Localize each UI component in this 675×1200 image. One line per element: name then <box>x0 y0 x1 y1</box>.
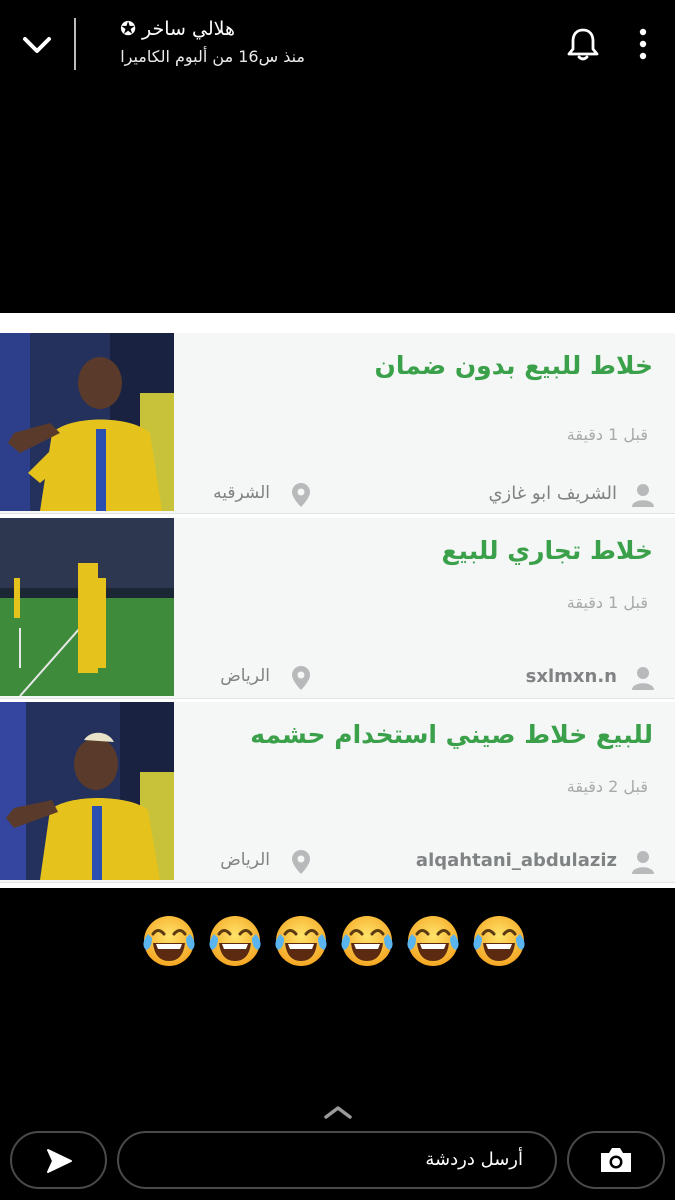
laughing-emoji-icon <box>407 916 459 966</box>
listing-title: للبيع خلاط صيني استخدام حشمه <box>250 720 653 749</box>
listing-row[interactable]: خلاط تجاري للبيع قبل 1 دقيقة sxlmxn.n ال… <box>0 518 675 699</box>
story-subtitle: منذ س16 من ألبوم الكاميرا <box>120 47 305 66</box>
chat-placeholder: أرسل دردشة <box>425 1149 523 1170</box>
user-icon <box>632 851 654 874</box>
listings-screenshot: خلاط للبيع بدون ضمان قبل 1 دقيقة الشريف … <box>0 313 675 888</box>
listing-city: الرياض <box>220 666 270 686</box>
listing-time: قبل 1 دقيقة <box>566 425 648 444</box>
chevron-down-icon[interactable] <box>20 30 54 60</box>
location-pin-icon <box>292 666 310 690</box>
emoji-caption <box>140 912 540 972</box>
camera-button[interactable] <box>567 1131 665 1189</box>
laughing-emoji-icon <box>143 916 195 966</box>
listing-time: قبل 1 دقيقة <box>566 593 648 612</box>
listing-user: alqahtani_abdulaziz <box>415 850 617 871</box>
listing-city: الرياض <box>220 850 270 870</box>
bell-icon[interactable] <box>566 26 600 62</box>
listing-city: الشرقيه <box>213 483 270 503</box>
laughing-emoji-icon <box>341 916 393 966</box>
listing-title: خلاط تجاري للبيع <box>441 536 653 565</box>
listing-time: قبل 2 دقيقة <box>566 777 648 796</box>
listing-user: الشريف ابو غازي <box>488 483 617 504</box>
send-button[interactable] <box>10 1131 107 1189</box>
location-pin-icon <box>292 483 310 507</box>
story-header: هلالي ساخر ✪ منذ س16 من ألبوم الكاميرا <box>0 0 675 90</box>
send-arrow-icon <box>47 1149 72 1173</box>
player-photo <box>0 333 174 511</box>
chevron-up-icon[interactable] <box>322 1104 354 1120</box>
laughing-emoji-icon <box>275 916 327 966</box>
laughing-emoji-icon <box>209 916 261 966</box>
laughing-emoji-icon <box>473 916 525 966</box>
sender-name[interactable]: هلالي ساخر ✪ <box>120 18 235 40</box>
location-pin-icon <box>292 850 310 874</box>
user-icon <box>632 667 654 690</box>
header-divider <box>74 18 76 70</box>
chat-input[interactable]: أرسل دردشة <box>117 1131 557 1189</box>
stadium-photo <box>0 518 174 696</box>
user-icon <box>632 484 654 507</box>
listing-row[interactable]: للبيع خلاط صيني استخدام حشمه قبل 2 دقيقة… <box>0 702 675 883</box>
listing-row[interactable]: خلاط للبيع بدون ضمان قبل 1 دقيقة الشريف … <box>0 333 675 514</box>
camera-icon <box>601 1148 631 1172</box>
listing-user: sxlmxn.n <box>525 666 617 687</box>
player-photo <box>0 702 174 880</box>
more-vertical-icon[interactable] <box>630 26 656 62</box>
listing-title: خلاط للبيع بدون ضمان <box>374 351 653 380</box>
